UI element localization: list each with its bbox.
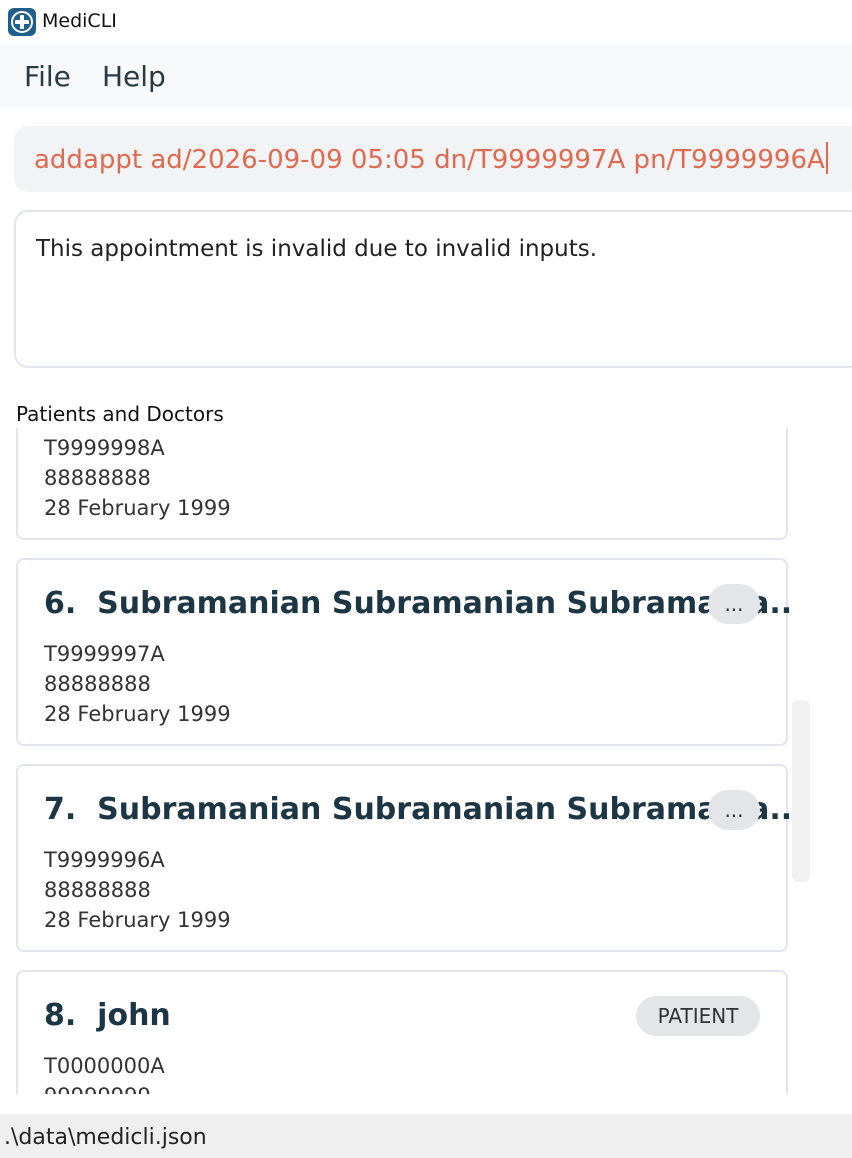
- list-label: Patients and Doctors: [16, 402, 224, 426]
- app-title: MediCLI: [42, 10, 117, 32]
- card-title: 6. Subramanian Subramanian Subramania...: [44, 586, 790, 621]
- text-caret: [825, 142, 828, 174]
- person-card[interactable]: T9999998A 88888888 28 February 1999: [16, 428, 788, 540]
- status-bar: .\data\medicli.json: [0, 1114, 852, 1158]
- medical-cross-icon: [8, 8, 36, 36]
- card-index: 8.: [44, 998, 77, 1033]
- card-dob: 28 February 1999: [44, 702, 231, 726]
- card-index: 7.: [44, 792, 77, 827]
- card-tag[interactable]: ...: [708, 584, 760, 624]
- card-phone: 88888888: [44, 672, 151, 696]
- card-phone: 88888888: [44, 466, 151, 490]
- data-file-path: .\data\medicli.json: [4, 1125, 207, 1150]
- menu-file[interactable]: File: [24, 60, 71, 93]
- menu-help[interactable]: Help: [102, 60, 166, 93]
- card-nric: T9999998A: [44, 436, 165, 460]
- card-index: 6.: [44, 586, 77, 621]
- card-name: Subramanian Subramanian Subramania...: [97, 586, 790, 621]
- card-phone: 88888888: [44, 878, 151, 902]
- card-nric: T9999997A: [44, 642, 165, 666]
- card-tag[interactable]: ...: [708, 790, 760, 830]
- result-message: This appointment is invalid due to inval…: [36, 236, 598, 262]
- card-dob: 28 February 1999: [44, 496, 231, 520]
- title-bar: MediCLI: [0, 0, 852, 44]
- card-phone: 99999999: [44, 1084, 151, 1094]
- card-name: john: [97, 998, 171, 1033]
- command-input[interactable]: addappt ad/2026-09-09 05:05 dn/T9999997A…: [14, 126, 852, 192]
- person-card[interactable]: 6. Subramanian Subramanian Subramania...…: [16, 558, 790, 746]
- card-nric: T0000000A: [44, 1054, 165, 1078]
- result-display[interactable]: This appointment is invalid due to inval…: [14, 210, 852, 368]
- card-dob: 28 February 1999: [44, 908, 231, 932]
- card-nric: T9999996A: [44, 848, 165, 872]
- card-title: 8. john: [44, 998, 171, 1033]
- person-card[interactable]: 7. Subramanian Subramanian Subramania...…: [16, 764, 790, 952]
- person-list[interactable]: T9999998A 88888888 28 February 1999 6. S…: [16, 428, 790, 1094]
- person-card[interactable]: 8. john PATIENT T0000000A 99999999: [16, 970, 788, 1094]
- menu-bar: File Help: [0, 44, 852, 108]
- card-name: Subramanian Subramanian Subramania...: [97, 792, 790, 827]
- command-input-text: addappt ad/2026-09-09 05:05 dn/T9999997A…: [34, 145, 825, 175]
- card-title: 7. Subramanian Subramanian Subramania...: [44, 792, 790, 827]
- list-scrollbar[interactable]: [792, 700, 810, 882]
- patient-tag[interactable]: PATIENT: [636, 996, 760, 1036]
